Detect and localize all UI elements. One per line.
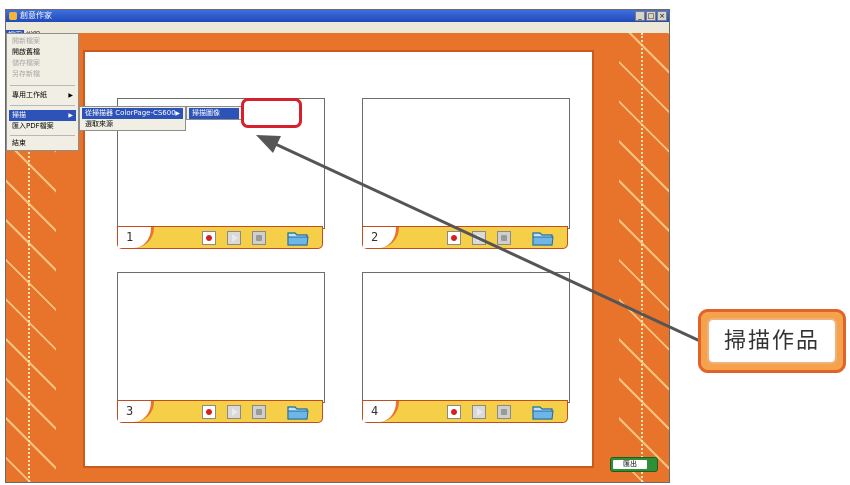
annotation-arrow	[256, 135, 701, 343]
callout-text: 掃描作品	[707, 318, 837, 364]
callout-box: 掃描作品	[698, 309, 846, 373]
